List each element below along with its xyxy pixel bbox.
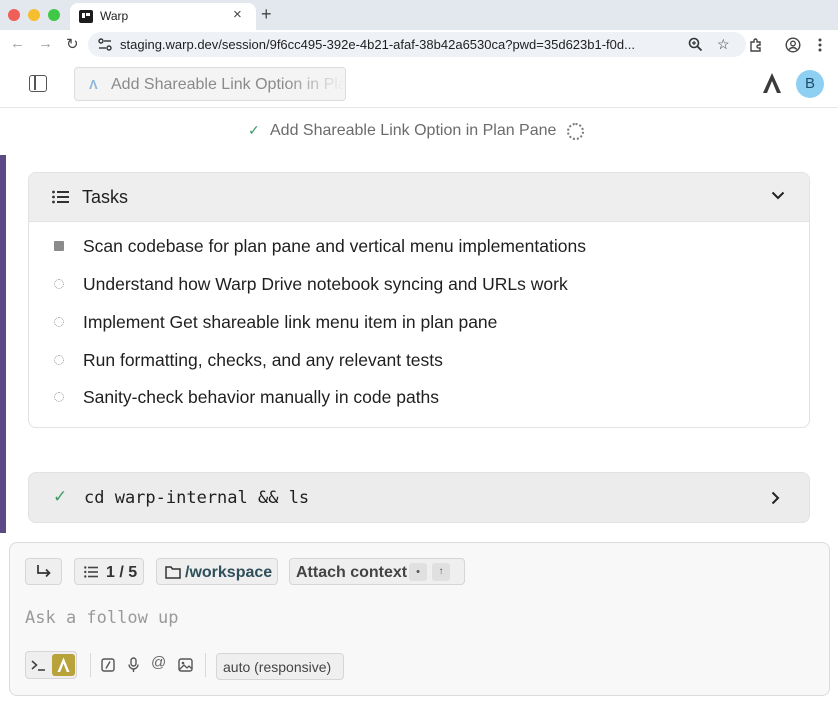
new-tab-button[interactable]: + [261, 4, 272, 25]
toolbar-divider [205, 653, 206, 677]
profile-icon[interactable] [785, 37, 801, 53]
browser-tab-bar: Warp × + [0, 0, 838, 30]
attach-context-label: Attach context [296, 564, 408, 581]
mode-toggle[interactable] [25, 651, 77, 679]
tasks-title: Tasks [82, 187, 129, 207]
user-avatar[interactable]: B [796, 70, 824, 98]
task-pending-icon [54, 392, 64, 402]
close-window-button[interactable] [8, 9, 20, 21]
return-arrow-icon [37, 565, 51, 578]
task-item: Understand how Warp Drive notebook synci… [29, 268, 809, 306]
tasks-header[interactable]: Tasks [29, 173, 809, 222]
warp-agent-logo-icon[interactable] [762, 72, 782, 94]
follow-up-input[interactable] [25, 605, 625, 631]
zoom-icon[interactable] [688, 37, 703, 52]
return-to-terminal-button[interactable] [25, 558, 62, 585]
browser-menu-icon[interactable] [817, 37, 823, 53]
extensions-icon[interactable] [748, 37, 764, 53]
microphone-icon[interactable] [128, 657, 139, 673]
folder-icon [165, 566, 181, 579]
conversation-accent-bar [0, 155, 6, 533]
command-block[interactable]: ✓ cd warp-internal && ls [28, 472, 810, 523]
task-label: Sanity-check behavior manually in code p… [83, 387, 440, 407]
task-label: Run formatting, checks, and any relevant… [83, 350, 443, 370]
task-progress-chip[interactable]: 1 / 5 [74, 558, 144, 585]
mention-icon[interactable]: @ [151, 654, 166, 671]
slash-command-icon[interactable] [101, 658, 115, 672]
image-attach-icon[interactable] [178, 658, 193, 672]
context-dot-icon: • [409, 563, 427, 581]
task-label: Scan codebase for plan pane and vertical… [83, 236, 586, 256]
site-settings-icon[interactable] [98, 38, 112, 51]
model-label: auto (responsive) [223, 659, 332, 675]
task-item: Implement Get shareable link menu item i… [29, 306, 809, 344]
url-text[interactable]: staging.warp.dev/session/9f6cc495-392e-4… [120, 37, 635, 52]
minimize-window-button[interactable] [28, 9, 40, 21]
browser-tab[interactable]: Warp × [70, 3, 256, 30]
task-item: Scan codebase for plan pane and vertical… [29, 230, 809, 268]
model-selector[interactable]: auto (responsive) [216, 653, 344, 680]
task-pending-icon [54, 355, 64, 365]
plan-status-text: Add Shareable Link Option in Plan Pane [270, 122, 557, 139]
back-button[interactable]: ← [10, 35, 25, 52]
warp-favicon-icon [79, 10, 93, 23]
loading-spinner-icon [567, 123, 584, 140]
agent-icon: Λ [89, 77, 98, 92]
attach-context-button[interactable]: Attach context • ↑ [289, 558, 465, 585]
agent-mode-icon[interactable] [52, 654, 75, 676]
app-header: Λ Add Shareable Link Option in Plan Pane… [0, 60, 838, 108]
task-list-icon [52, 190, 69, 204]
terminal-mode-icon[interactable] [31, 660, 46, 671]
directory-path: /workspace [185, 564, 273, 581]
bookmark-star-icon[interactable]: ☆ [717, 36, 730, 53]
chevron-down-icon[interactable] [771, 191, 785, 200]
title-fade [285, 68, 345, 100]
command-success-icon: ✓ [53, 487, 68, 506]
command-text: cd warp-internal && ls [84, 488, 310, 508]
tab-close-button[interactable]: × [233, 6, 242, 23]
task-item: Run formatting, checks, and any relevant… [29, 344, 809, 382]
directory-chip[interactable]: /workspace [156, 558, 278, 585]
context-up-arrow-icon: ↑ [432, 563, 450, 581]
address-bar[interactable]: staging.warp.dev/session/9f6cc495-392e-4… [88, 32, 746, 57]
task-pending-icon [54, 317, 64, 327]
check-icon: ✓ [248, 122, 260, 138]
chevron-right-icon[interactable] [771, 491, 780, 505]
forward-button[interactable]: → [38, 35, 53, 52]
task-progress: 1 / 5 [106, 564, 138, 581]
tasks-card: Tasks Scan codebase for plan pane and ve… [28, 172, 810, 428]
tab-title: Warp [100, 9, 129, 23]
composer: 1 / 5 /workspace Attach context • ↑ @ [9, 542, 830, 696]
session-title-chip[interactable]: Λ Add Shareable Link Option in Plan Pane [74, 67, 346, 101]
task-label: Implement Get shareable link menu item i… [83, 312, 498, 332]
task-label: Understand how Warp Drive notebook synci… [83, 274, 568, 294]
task-item: Sanity-check behavior manually in code p… [29, 381, 809, 419]
plan-status: ✓ Add Shareable Link Option in Plan Pane [0, 118, 838, 144]
reload-button[interactable]: ↻ [66, 35, 79, 53]
task-in-progress-icon [54, 241, 64, 251]
task-pending-icon [54, 279, 64, 289]
toolbar-divider [90, 653, 91, 677]
sidebar-toggle-icon[interactable] [29, 75, 47, 92]
maximize-window-button[interactable] [48, 9, 60, 21]
task-list-icon [84, 566, 98, 578]
browser-toolbar: ← → ↻ staging.warp.dev/session/9f6cc495-… [0, 30, 838, 60]
